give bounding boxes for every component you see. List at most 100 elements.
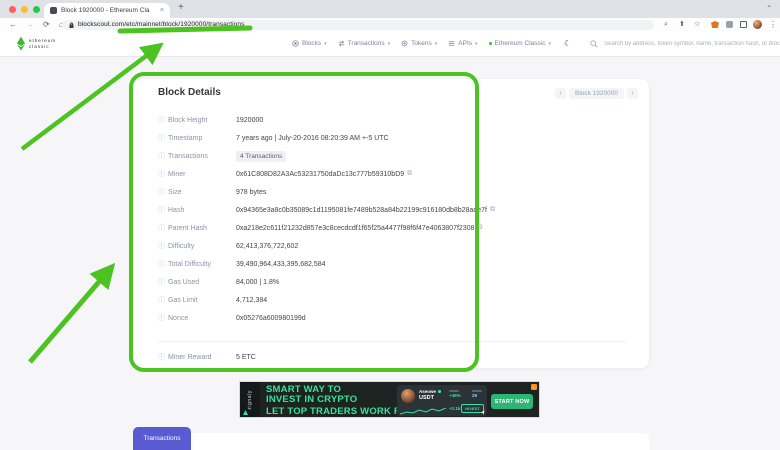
browser-tab-strip: Block 1920000 - Ethereum Cla × + ⌄ [0, 0, 780, 18]
url-bar[interactable]: blockscout.com/etc/mainnet/block/1920000… [62, 20, 654, 30]
next-block-button[interactable]: › [627, 88, 638, 99]
tab-overview-chevron-icon[interactable]: ⌄ [766, 1, 772, 9]
reload-icon[interactable]: ⟳ [43, 21, 50, 29]
sidebar-extension-icon[interactable] [740, 21, 747, 28]
trader-stat-1: +46% [449, 393, 461, 398]
detail-label: Gas Used [168, 279, 199, 286]
copy-icon[interactable]: ⧉ [477, 224, 482, 232]
ethereum-classic-logo[interactable]: ethereum classic [16, 36, 56, 51]
close-window-button[interactable] [9, 6, 16, 13]
detail-row: ⓘ Transactions 4 Transactions [158, 147, 633, 165]
nav-network-selector[interactable]: Ethereum Classic▾ [489, 40, 551, 47]
search-icon[interactable]: ⌕ [664, 21, 668, 28]
back-icon[interactable]: ← [9, 21, 17, 29]
ad-trader-card: Aseowe USDT +46% 29 +2.1k INVEST ➤ [397, 385, 487, 416]
detail-value: 4,712,384 [236, 297, 267, 304]
detail-row: ⓘ Miner 0x61C808D82A3Ac53231750daDc13c77… [158, 165, 633, 183]
ad-info-icon[interactable]: i [531, 384, 537, 390]
detail-value: 7 years ago | July-20-2016 08:20:39 AM +… [236, 135, 389, 142]
header-nav: Blocks▾ Transactions▾ Tokens▾ APIs▾ Ethe… [292, 31, 780, 56]
detail-row: ⓘ Total Difficulty 39,490,964,433,395,68… [158, 255, 633, 273]
block-pager: ‹ Block 1920000 › [555, 88, 638, 99]
detail-value: 5 ETC [236, 354, 256, 361]
detail-row: ⓘ Parent Hash 0xa218e2c611f21232d857e3c8… [158, 219, 633, 237]
miner-reward-row-container: ⓘ Miner Reward 5 ETC [158, 348, 633, 366]
chevron-down-icon: ▾ [548, 41, 551, 47]
lock-icon [69, 22, 74, 28]
minimize-window-button[interactable] [21, 6, 28, 13]
info-icon: ⓘ [158, 261, 165, 268]
forward-icon[interactable]: → [26, 21, 34, 29]
search-icon [590, 40, 598, 48]
chevron-down-icon: ▾ [388, 41, 391, 47]
copy-icon[interactable]: ⧉ [490, 206, 495, 214]
search-input[interactable] [602, 40, 780, 48]
trader-coin: USDT [419, 395, 434, 401]
detail-row: ⓘ Block Height 1920000 [158, 111, 633, 129]
browser-tab[interactable]: Block 1920000 - Ethereum Cla × [44, 3, 170, 18]
blocks-icon [292, 40, 299, 47]
detail-value: 1920000 [236, 117, 263, 124]
ad-brand: zignaly [247, 390, 253, 410]
detail-value: 0x94365e3a8c0b35089c1d1195081fe7489b528a… [236, 207, 487, 214]
nav-blocks[interactable]: Blocks▾ [292, 40, 327, 47]
detail-value: 4 Transactions [236, 151, 286, 162]
apis-icon [448, 40, 455, 47]
detail-row: ⓘ Size 978 bytes [158, 183, 633, 201]
info-icon: ⓘ [158, 117, 165, 124]
card-title: Block Details [158, 87, 221, 98]
maximize-window-button[interactable] [33, 6, 40, 13]
block-details-rows: ⓘ Block Height 1920000 ⓘ Timestamp 7 yea… [158, 111, 633, 327]
detail-label: Miner Reward [168, 354, 212, 361]
detail-value: 84,000 | 1.8% [236, 279, 279, 286]
detail-value: 0x61C808D82A3Ac53231750daDc13c777b59310b… [236, 171, 404, 178]
sparkline-chart [400, 408, 446, 415]
network-status-dot [489, 42, 492, 45]
nav-tokens[interactable]: Tokens▾ [401, 40, 437, 47]
info-icon: ⓘ [158, 135, 165, 142]
copy-icon[interactable]: ⧉ [407, 170, 412, 178]
verified-dot-icon [438, 390, 441, 393]
trader-name: Aseowe [419, 389, 436, 394]
ad-banner[interactable]: zignaly SMART WAY TO INVEST IN CRYPTO LE… [239, 381, 540, 418]
start-now-button[interactable]: START NOW [491, 394, 533, 409]
tab-transactions[interactable]: Transactions [133, 427, 191, 450]
zignaly-logo-icon [243, 410, 248, 415]
detail-label: Difficulty [168, 243, 194, 250]
browser-profile-avatar[interactable] [753, 20, 762, 29]
detail-label: Block Height [168, 117, 207, 124]
detail-label: Size [168, 189, 182, 196]
nav-transactions[interactable]: Transactions▾ [338, 40, 390, 47]
logo-line2: classic [29, 44, 56, 50]
browser-menu-icon[interactable]: ⋮ [769, 20, 777, 29]
info-icon: ⓘ [158, 207, 165, 214]
dark-mode-toggle-icon[interactable]: ☾ [564, 39, 571, 48]
detail-value: 39,490,964,433,395,682,584 [236, 261, 326, 268]
info-icon: ⓘ [158, 171, 165, 178]
info-icon: ⓘ [158, 153, 165, 160]
blockscout-favicon-icon [50, 7, 57, 14]
nav-apis[interactable]: APIs▾ [448, 40, 477, 47]
site-search: / [590, 38, 780, 49]
trader-stat-2: 29 [472, 393, 482, 398]
info-icon: ⓘ [158, 243, 165, 250]
prev-block-button[interactable]: ‹ [555, 88, 566, 99]
annotation-arrow-bottom [30, 269, 110, 362]
share-icon[interactable]: ⬆ [679, 21, 685, 28]
chevron-down-icon: ▾ [475, 41, 478, 47]
info-icon: ⓘ [158, 297, 165, 304]
bookmark-star-icon[interactable]: ☆ [694, 21, 700, 28]
info-icon: ⓘ [158, 225, 165, 232]
detail-value: 0x05276a600980199d [236, 315, 306, 322]
detail-value: 978 bytes [236, 189, 266, 196]
detail-row: ⓘ Nonce 0x05276a600980199d [158, 309, 633, 327]
detail-label: Hash [168, 207, 184, 214]
detail-label: Gas Limit [168, 297, 198, 304]
new-tab-button[interactable]: + [178, 2, 184, 13]
url-text: blockscout.com/etc/mainnet/block/1920000… [78, 21, 244, 28]
detail-value: 62,413,376,722,602 [236, 243, 298, 250]
cursor-pointer-icon: ➤ [479, 408, 488, 416]
close-tab-icon[interactable]: × [160, 7, 164, 14]
detail-value: 0xa218e2c611f21232d857e3c8cecdcdf1f65f25… [236, 225, 474, 232]
extensions-puzzle-icon[interactable] [726, 21, 733, 28]
